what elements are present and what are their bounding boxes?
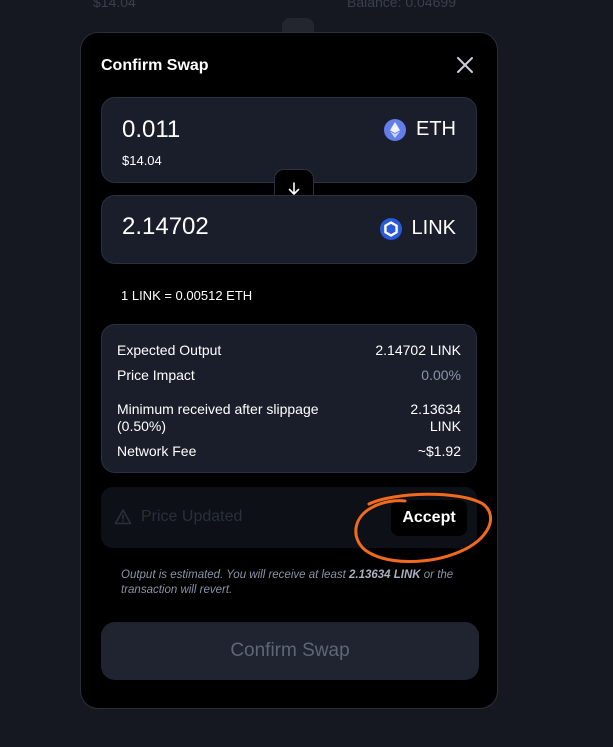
network-fee-label: Network Fee [117,443,197,459]
minimum-received-unit: LINK [429,418,461,434]
minimum-received-label-line1: Minimum received after slippage [117,401,319,417]
estimate-note-prefix: Output is estimated. You will receive at… [121,569,349,581]
expected-output-value: 2.14702 LINK [375,342,461,358]
from-amount: 0.011 [122,116,181,143]
to-token-symbol: LINK [411,217,456,239]
to-amount: 2.14702 [122,213,209,240]
minimum-received-label-line2: (0.50%) [117,418,167,434]
confirm-swap-button[interactable]: Confirm Swap [101,622,479,680]
from-token-symbol: ETH [416,118,456,140]
estimate-note: Output is estimated. You will receive at… [121,568,466,598]
background-usd-value: $14.04 [93,0,136,10]
price-impact-label: Price Impact [117,367,195,383]
link-icon [379,217,402,240]
from-usd-value: $14.04 [122,153,162,168]
warning-icon [114,509,132,525]
to-token-box: 2.14702 LINK [101,195,477,264]
background-balance: Balance: 0.04699 [347,0,456,10]
from-token: ETH [384,118,456,141]
background-swap-arrow [282,18,314,32]
exchange-rate: 1 LINK = 0.00512 ETH [121,288,253,303]
price-impact-value: 0.00% [421,367,461,383]
confirm-swap-modal: Confirm Swap 0.011 $14.04 ETH 2.14702 LI… [80,32,498,709]
price-updated-text: Price Updated [141,508,243,525]
accept-button[interactable]: Accept [391,500,467,536]
to-token: LINK [379,217,456,240]
price-updated-banner: Price Updated Accept [101,487,477,548]
minimum-received-label: Minimum received after slippage (0.50%) [117,401,319,435]
swap-details-panel: Expected Output 2.14702 LINK Price Impac… [101,324,477,473]
estimate-note-amount: 2.13634 LINK [348,569,421,581]
close-icon [457,57,473,73]
arrow-down-icon [288,182,300,195]
modal-title: Confirm Swap [101,57,209,74]
expected-output-label: Expected Output [117,342,222,358]
eth-icon [384,118,406,141]
network-fee-value: ~$1.92 [417,443,461,459]
minimum-received-amount: 2.13634 [410,401,461,417]
close-button[interactable] [453,53,477,77]
minimum-received-value: 2.13634 LINK [410,401,461,435]
